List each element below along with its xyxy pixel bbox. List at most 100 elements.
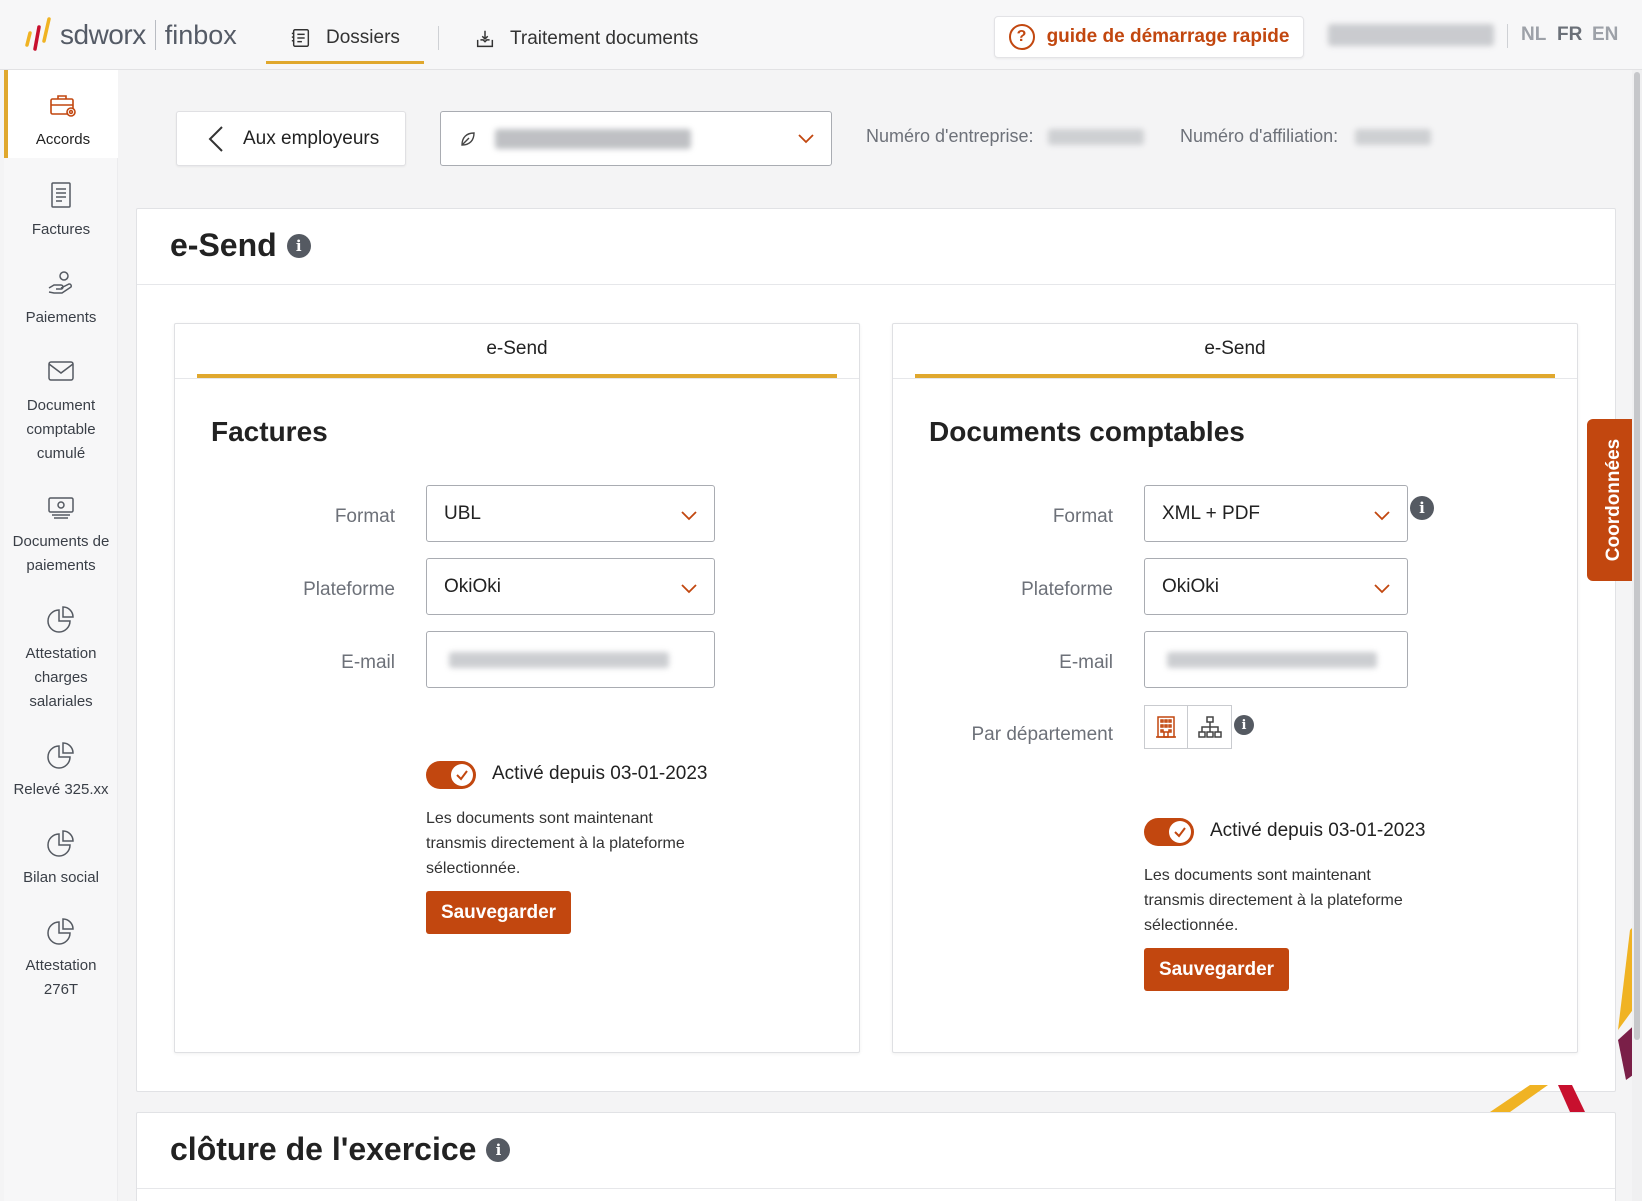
sidebar-item-releve-325[interactable]: Relevé 325.xx [4, 740, 118, 802]
toggle-knob [1169, 821, 1191, 843]
tab-esend-documents[interactable]: e-Send [915, 324, 1555, 378]
affiliation-number-label: Numéro d'affiliation: [1180, 126, 1339, 146]
closing-title: clôture de l'exercice i [170, 1131, 511, 1168]
info-icon[interactable]: i [1234, 715, 1254, 735]
brand-decoration [1490, 920, 1640, 1112]
back-button-label: Aux employeurs [243, 127, 380, 149]
platform-value: OkiOki [444, 575, 501, 597]
email-value-redacted [449, 651, 669, 668]
org-chart-icon [1197, 716, 1222, 738]
scrollbar-thumb[interactable] [1634, 72, 1640, 1040]
pie-chart-icon [47, 830, 74, 857]
esend-title-text: e-Send [170, 227, 277, 263]
download-tray-icon [476, 30, 494, 48]
status-description: Les documents sont maintenant transmis d… [426, 810, 685, 877]
nav-tab-label: Traitement documents [510, 28, 699, 49]
format-value: XML + PDF [1162, 502, 1261, 524]
documents-comptables-panel: e-Send Documents comptables Format XML +… [892, 323, 1578, 1053]
info-icon[interactable]: i [286, 233, 311, 258]
nav-divider [438, 26, 439, 50]
chevron-down-icon [798, 134, 814, 144]
sidebar-item-document-comptable-cumule[interactable]: Document comptable cumulé [4, 356, 118, 466]
sidebar-item-paiements[interactable]: Paiements [4, 268, 118, 330]
esend-toggle[interactable] [426, 761, 476, 789]
closing-card: clôture de l'exercice i [136, 1112, 1616, 1201]
sidebar-item-label: Paiements [25, 309, 97, 326]
factures-panel: e-Send Factures Format UBL Plateforme Ok… [174, 323, 860, 1053]
sidebar-item-label: Attestation 276T [25, 957, 97, 998]
logo-separator [154, 20, 156, 50]
department-label: Par département [971, 724, 1113, 745]
building-option-button[interactable] [1144, 705, 1188, 749]
email-value-redacted [1167, 651, 1377, 668]
logo-product: finbox [164, 19, 237, 50]
affiliation-number-redacted [1355, 129, 1431, 145]
email-field[interactable] [426, 631, 715, 688]
sdworx-logo[interactable]: sdworx finbox [24, 14, 237, 56]
back-to-employers-button[interactable]: Aux employeurs [176, 111, 406, 166]
sidebar-item-label: Bilan social [23, 869, 99, 886]
platform-select[interactable]: OkiOki [426, 558, 715, 615]
sidebar-item-label: Factures [31, 221, 91, 238]
sidebar-item-accords[interactable]: Accords [4, 70, 118, 158]
briefcase-gear-icon [50, 95, 76, 117]
sidebar-item-factures[interactable]: Factures [4, 180, 118, 242]
tab-divider [893, 378, 1577, 379]
tab-esend-factures[interactable]: e-Send [197, 324, 837, 378]
document-list-icon [291, 28, 310, 47]
info-icon[interactable]: i [1410, 496, 1434, 520]
pie-chart-icon [47, 742, 74, 769]
hand-coin-icon [48, 271, 73, 294]
coordonnees-label: Coordonnées [1603, 438, 1625, 562]
sidebar: Accords Factures Paiements Document comp… [4, 70, 118, 1201]
platform-label: Plateforme [303, 579, 395, 600]
sidebar-item-label: Relevé 325.xx [13, 781, 109, 798]
chevron-down-icon [681, 584, 697, 594]
pie-chart-icon [47, 606, 74, 633]
org-chart-option-button[interactable] [1188, 705, 1232, 749]
check-icon [456, 770, 468, 781]
format-label: Format [1052, 506, 1113, 527]
toggle-status-label: Activé depuis 03-01-2023 [1210, 820, 1426, 841]
nav-tab-dossiers[interactable]: Dossiers [266, 14, 424, 64]
logo-brand: sdworx [60, 19, 146, 50]
lang-en[interactable]: EN [1592, 24, 1618, 46]
building-icon [1156, 716, 1176, 738]
nav-tab-traitement-documents[interactable]: Traitement documents [450, 14, 722, 64]
company-name-redacted [495, 128, 691, 149]
nav-tab-label: Dossiers [326, 26, 400, 48]
invoice-icon [51, 182, 71, 208]
tab-divider [175, 378, 859, 379]
user-name-redacted[interactable] [1328, 24, 1494, 46]
chevron-left-icon [208, 125, 223, 152]
esend-title: e-Send i [170, 227, 311, 264]
quick-start-guide-button[interactable]: ? guide de démarrage rapide [994, 16, 1304, 58]
platform-value: OkiOki [1162, 575, 1219, 597]
info-icon[interactable]: i [486, 1137, 511, 1162]
format-select[interactable]: UBL [426, 485, 715, 542]
envelope-icon [48, 361, 74, 381]
company-select[interactable] [440, 111, 832, 166]
sidebar-item-documents-de-paiements[interactable]: Documents de paiements [4, 492, 118, 578]
top-bar: sdworx finbox Dossiers Traitement docume… [0, 0, 1642, 70]
sidebar-item-label: Attestation charges salariales [25, 645, 97, 710]
sidebar-item-bilan-social[interactable]: Bilan social [4, 828, 118, 890]
lang-nl[interactable]: NL [1521, 24, 1546, 46]
closing-card-header: clôture de l'exercice i [137, 1113, 1615, 1189]
leaf-icon [461, 131, 475, 146]
company-number-redacted [1048, 129, 1144, 145]
help-icon: ? [1008, 24, 1035, 50]
platform-select[interactable]: OkiOki [1144, 558, 1408, 615]
email-field[interactable] [1144, 631, 1408, 688]
esend-card-header: e-Send i [137, 209, 1615, 285]
lang-fr[interactable]: FR [1557, 24, 1582, 46]
sidebar-item-attestation-276t[interactable]: Attestation 276T [4, 916, 118, 1002]
format-select[interactable]: XML + PDF [1144, 485, 1408, 542]
save-button[interactable]: Sauvegarder [426, 891, 571, 934]
esend-toggle[interactable] [1144, 818, 1194, 846]
banknote-icon [48, 497, 74, 519]
email-label: E-mail [341, 652, 395, 673]
save-button[interactable]: Sauvegarder [1144, 948, 1289, 991]
chevron-down-icon [1374, 511, 1390, 521]
sidebar-item-attestation-charges-salariales[interactable]: Attestation charges salariales [4, 604, 118, 714]
